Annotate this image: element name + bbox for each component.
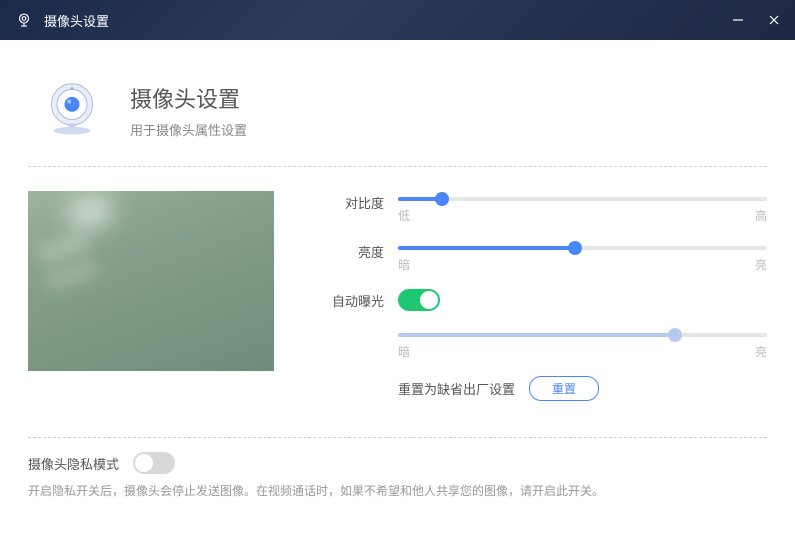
exposure-slider[interactable]: 暗 亮 (398, 333, 767, 360)
camera-icon (42, 80, 102, 140)
contrast-slider[interactable]: 低 高 (398, 197, 767, 224)
reset-button[interactable]: 重置 (529, 376, 599, 401)
brightness-label: 亮度 (314, 240, 384, 261)
close-button[interactable] (765, 11, 783, 29)
privacy-section: 摄像头隐私模式 开启隐私开关后，摄像头会停止发送图像。在视频通话时，如果不希望和… (28, 438, 767, 501)
brightness-high-label: 亮 (755, 256, 767, 273)
contrast-high-label: 高 (755, 207, 767, 224)
exposure-high-label: 亮 (755, 343, 767, 360)
webcam-icon (14, 10, 34, 30)
exposure-low-label: 暗 (398, 343, 410, 360)
window-title: 摄像头设置 (44, 11, 109, 30)
main-section: 对比度 低 高 亮度 (28, 167, 767, 438)
header-section: 摄像头设置 用于摄像头属性设置 (28, 40, 767, 167)
contrast-low-label: 低 (398, 207, 410, 224)
window-controls (729, 11, 783, 29)
page-title: 摄像头设置 (130, 82, 247, 114)
minimize-button[interactable] (729, 11, 747, 29)
brightness-slider[interactable]: 暗 亮 (398, 246, 767, 273)
brightness-low-label: 暗 (398, 256, 410, 273)
privacy-description: 开启隐私开关后，摄像头会停止发送图像。在视频通话时，如果不希望和他人共享您的图像… (28, 482, 767, 501)
titlebar: 摄像头设置 (0, 0, 795, 40)
camera-preview (28, 191, 274, 371)
auto-exposure-toggle[interactable] (398, 289, 440, 311)
privacy-mode-label: 摄像头隐私模式 (28, 454, 119, 473)
reset-label: 重置为缺省出厂设置 (398, 379, 515, 398)
auto-exposure-label: 自动曝光 (314, 289, 384, 310)
page-subtitle: 用于摄像头属性设置 (130, 120, 247, 139)
privacy-mode-toggle[interactable] (133, 452, 175, 474)
contrast-label: 对比度 (314, 191, 384, 212)
